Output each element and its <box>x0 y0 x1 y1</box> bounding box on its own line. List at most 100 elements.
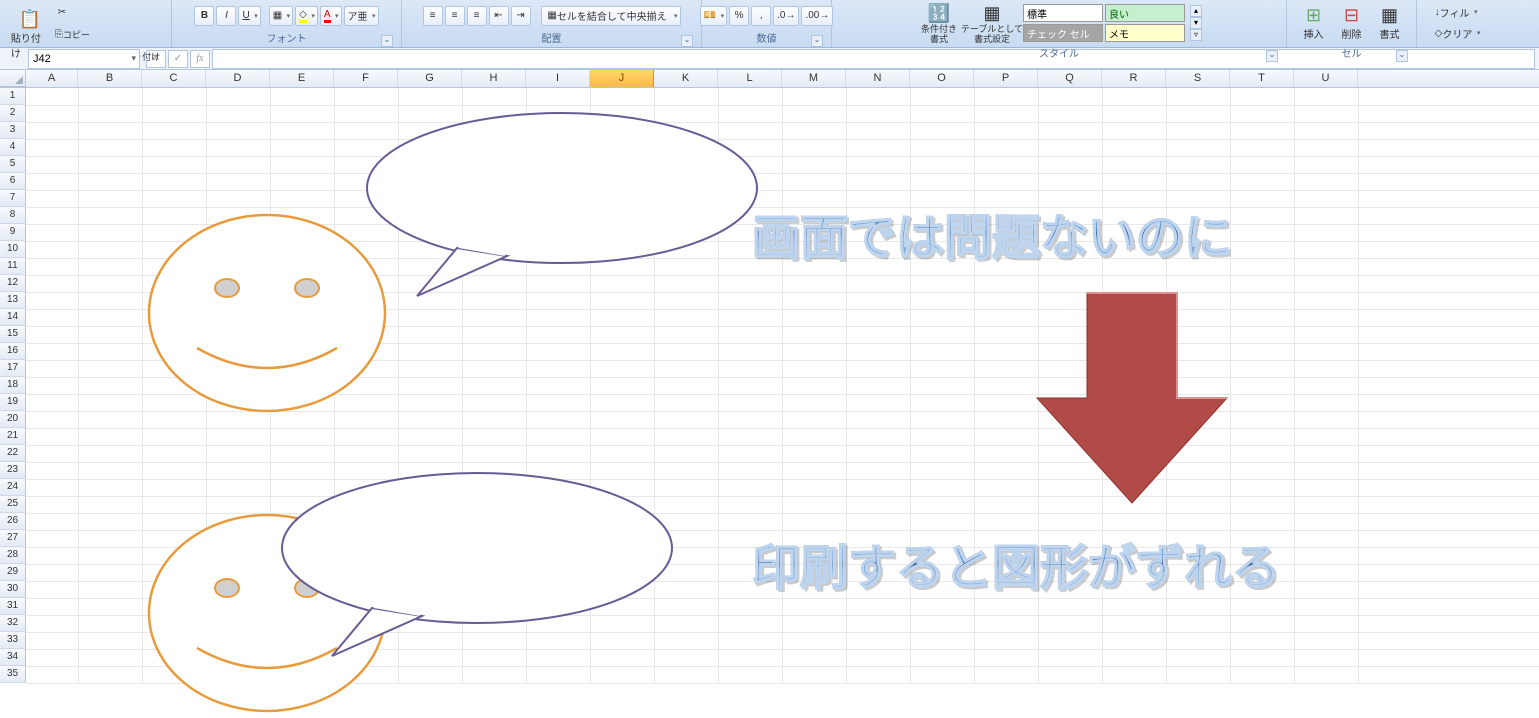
indent-inc-button[interactable]: ⇥ <box>511 6 531 26</box>
col-header-E[interactable]: E <box>270 70 334 87</box>
col-header-N[interactable]: N <box>846 70 910 87</box>
fill-button[interactable]: ↓ フィル <box>1432 2 1480 22</box>
row-header-17[interactable]: 17 <box>0 360 26 377</box>
fx-button[interactable]: fx <box>190 50 210 68</box>
copy-button[interactable]: ⎘ コピー <box>52 24 93 44</box>
row-header-31[interactable]: 31 <box>0 598 26 615</box>
row-header-26[interactable]: 26 <box>0 513 26 530</box>
row-header-33[interactable]: 33 <box>0 632 26 649</box>
wordart-1[interactable]: 画面では問題ないのに <box>752 198 1232 268</box>
row-header-35[interactable]: 35 <box>0 666 26 683</box>
style-memo[interactable]: メモ <box>1105 24 1185 42</box>
cond-format-button[interactable]: 🔢 条件付き 書式 <box>916 2 962 44</box>
style-normal[interactable]: 標準 <box>1023 4 1103 22</box>
underline-button[interactable]: U <box>238 6 260 26</box>
col-header-G[interactable]: G <box>398 70 462 87</box>
bold-button[interactable]: B <box>194 6 214 26</box>
col-header-T[interactable]: T <box>1230 70 1294 87</box>
col-header-I[interactable]: I <box>526 70 590 87</box>
col-header-J[interactable]: J <box>590 70 654 87</box>
col-header-R[interactable]: R <box>1102 70 1166 87</box>
col-header-H[interactable]: H <box>462 70 526 87</box>
row-header-24[interactable]: 24 <box>0 479 26 496</box>
accept-formula-button[interactable]: ✓ <box>168 50 188 68</box>
insert-cell-button[interactable]: ⊞ 挿入 <box>1296 2 1332 44</box>
row-header-7[interactable]: 7 <box>0 190 26 207</box>
wordart-2[interactable]: 印刷すると図形がずれる <box>752 528 1280 598</box>
col-header-U[interactable]: U <box>1294 70 1358 87</box>
format-cell-button[interactable]: ▦ 書式 <box>1372 2 1408 44</box>
name-box[interactable]: J42 <box>28 49 140 69</box>
row-header-34[interactable]: 34 <box>0 649 26 666</box>
comma-button[interactable]: , <box>751 6 771 26</box>
row-header-23[interactable]: 23 <box>0 462 26 479</box>
col-header-M[interactable]: M <box>782 70 846 87</box>
col-header-O[interactable]: O <box>910 70 974 87</box>
row-header-27[interactable]: 27 <box>0 530 26 547</box>
italic-button[interactable]: I <box>216 6 236 26</box>
col-header-C[interactable]: C <box>142 70 206 87</box>
row-header-12[interactable]: 12 <box>0 275 26 292</box>
cut-button[interactable]: ✂ <box>52 2 72 22</box>
delete-cell-button[interactable]: ⊟ 削除 <box>1334 2 1370 44</box>
cells-area[interactable]: 画面では問題ないのに 印刷すると図形がずれる <box>26 88 1539 683</box>
row-header-21[interactable]: 21 <box>0 428 26 445</box>
row-header-29[interactable]: 29 <box>0 564 26 581</box>
col-header-L[interactable]: L <box>718 70 782 87</box>
decimal-dec-button[interactable]: .00→ <box>801 6 833 26</box>
row-header-4[interactable]: 4 <box>0 139 26 156</box>
row-header-14[interactable]: 14 <box>0 309 26 326</box>
row-header-15[interactable]: 15 <box>0 326 26 343</box>
table-format-button[interactable]: ▦ テーブルとして 書式設定 <box>964 2 1020 44</box>
style-check[interactable]: チェック セル <box>1023 24 1103 42</box>
clear-button[interactable]: ◇ クリア <box>1432 23 1483 43</box>
currency-button[interactable]: 💴 <box>700 6 727 26</box>
row-header-22[interactable]: 22 <box>0 445 26 462</box>
select-all-corner[interactable] <box>0 70 26 87</box>
border-button[interactable]: ▦ <box>269 6 293 26</box>
font-color-button[interactable]: A <box>320 6 342 26</box>
row-header-3[interactable]: 3 <box>0 122 26 139</box>
fill-color-button[interactable]: ◇ <box>295 6 318 26</box>
align-right-button[interactable]: ≡ <box>467 6 487 26</box>
row-header-11[interactable]: 11 <box>0 258 26 275</box>
merge-center-button[interactable]: ▦ セルを結合して中央揃え <box>541 6 681 26</box>
decimal-inc-button[interactable]: .0→ <box>773 6 799 26</box>
row-header-9[interactable]: 9 <box>0 224 26 241</box>
align-center-button[interactable]: ≡ <box>445 6 465 26</box>
row-header-10[interactable]: 10 <box>0 241 26 258</box>
col-header-D[interactable]: D <box>206 70 270 87</box>
row-header-20[interactable]: 20 <box>0 411 26 428</box>
col-header-F[interactable]: F <box>334 70 398 87</box>
row-header-30[interactable]: 30 <box>0 581 26 598</box>
row-header-6[interactable]: 6 <box>0 173 26 190</box>
speech-balloon-shape-2[interactable] <box>277 468 677 658</box>
down-arrow-shape[interactable] <box>1032 288 1232 508</box>
row-header-32[interactable]: 32 <box>0 615 26 632</box>
col-header-K[interactable]: K <box>654 70 718 87</box>
style-good[interactable]: 良い <box>1105 4 1185 22</box>
row-header-16[interactable]: 16 <box>0 343 26 360</box>
row-header-8[interactable]: 8 <box>0 207 26 224</box>
speech-balloon-shape-1[interactable] <box>362 108 762 298</box>
row-header-1[interactable]: 1 <box>0 88 26 105</box>
row-header-2[interactable]: 2 <box>0 105 26 122</box>
indent-dec-button[interactable]: ⇤ <box>489 6 509 26</box>
row-header-28[interactable]: 28 <box>0 547 26 564</box>
row-header-25[interactable]: 25 <box>0 496 26 513</box>
align-left-button[interactable]: ≡ <box>423 6 443 26</box>
col-header-S[interactable]: S <box>1166 70 1230 87</box>
style-scroll[interactable]: ▴▾▿ <box>1190 5 1202 41</box>
percent-button[interactable]: % <box>729 6 749 26</box>
row-header-5[interactable]: 5 <box>0 156 26 173</box>
smiley-shape-1[interactable] <box>147 213 387 413</box>
phonetic-button[interactable]: ア亜 <box>344 6 379 26</box>
row-header-19[interactable]: 19 <box>0 394 26 411</box>
col-header-P[interactable]: P <box>974 70 1038 87</box>
cell-styles-gallery[interactable]: 標準 良い チェック セル メモ <box>1022 3 1186 43</box>
row-header-13[interactable]: 13 <box>0 292 26 309</box>
row-header-18[interactable]: 18 <box>0 377 26 394</box>
col-header-B[interactable]: B <box>78 70 142 87</box>
col-header-A[interactable]: A <box>26 70 78 87</box>
col-header-Q[interactable]: Q <box>1038 70 1102 87</box>
